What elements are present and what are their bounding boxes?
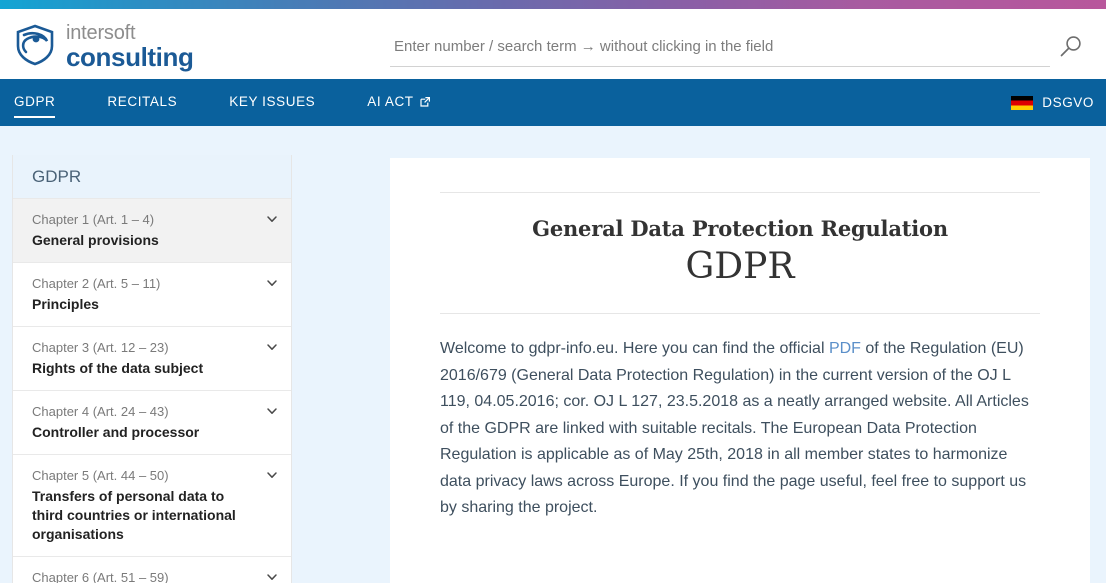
- chapter-name: Transfers of personal data to third coun…: [32, 488, 236, 542]
- external-link-icon: [419, 96, 430, 107]
- chapter-name: General provisions: [32, 232, 159, 248]
- content-area: General Data Protection Regulation GDPR …: [326, 126, 1106, 583]
- top-gradient-bar: [0, 0, 1106, 9]
- main-navigation: GDPR RECITALS KEY ISSUES AI ACT DSGVO: [0, 79, 1106, 126]
- page-subtitle: General Data Protection Regulation: [532, 216, 948, 241]
- sidebar-title: GDPR: [13, 155, 291, 198]
- search-area: [390, 31, 1090, 71]
- logo-wordmark: intersoft consulting: [66, 21, 194, 72]
- chevron-down-icon[interactable]: [265, 276, 279, 290]
- chapter-range: Chapter 6 (Art. 51 – 59): [32, 570, 169, 583]
- intro-paragraph-part1: Welcome to gdpr-info.eu. Here you can fi…: [440, 340, 829, 357]
- nav-item-recitals[interactable]: RECITALS: [107, 94, 177, 112]
- nav-item-ai-act[interactable]: AI ACT: [367, 93, 430, 112]
- sidebar: GDPR Chapter 1 (Art. 1 – 4) General prov…: [12, 155, 292, 583]
- chapter-name: Principles: [32, 296, 99, 312]
- nav-item-ai-act-label: AI ACT: [367, 93, 414, 109]
- search-input[interactable]: [390, 31, 1050, 67]
- nav-item-key-issues-label: KEY ISSUES: [229, 93, 316, 109]
- logo-top-text: intersoft: [66, 21, 136, 44]
- chapter-range: Chapter 1 (Art. 1 – 4): [32, 212, 155, 227]
- shield-logo-icon: [13, 23, 57, 67]
- german-flag-icon: [1011, 95, 1034, 110]
- nav-item-gdpr[interactable]: GDPR: [14, 93, 56, 118]
- chapter-range: Chapter 2 (Art. 5 – 11): [32, 276, 161, 291]
- page-title-block: General Data Protection Regulation GDPR: [440, 192, 1040, 314]
- nav-item-key-issues[interactable]: KEY ISSUES: [229, 94, 315, 112]
- chapter-range: Chapter 4 (Art. 24 – 43): [32, 404, 169, 419]
- sidebar-item-chapter-5[interactable]: Chapter 5 (Art. 44 – 50) Transfers of pe…: [13, 454, 291, 556]
- chevron-down-icon[interactable]: [265, 212, 279, 226]
- chapter-range: Chapter 3 (Art. 12 – 23): [32, 340, 169, 355]
- page-root: intersoft consulting GDPR RECITALS: [0, 0, 1106, 583]
- logo-bottom-text: consulting: [66, 41, 194, 72]
- nav-item-list: GDPR RECITALS KEY ISSUES AI ACT: [14, 79, 482, 126]
- page-title: GDPR: [685, 246, 795, 287]
- chevron-down-icon[interactable]: [265, 340, 279, 354]
- content-card: General Data Protection Regulation GDPR …: [390, 158, 1090, 583]
- sidebar-item-chapter-4[interactable]: Chapter 4 (Art. 24 – 43) Controller and …: [13, 390, 291, 454]
- language-label: DSGVO: [1042, 95, 1094, 110]
- chevron-down-icon[interactable]: [265, 570, 279, 583]
- intro-paragraph: Welcome to gdpr-info.eu. Here you can fi…: [440, 336, 1040, 522]
- chapter-name: Rights of the data subject: [32, 360, 204, 376]
- search-icon[interactable]: [1056, 33, 1084, 61]
- site-header: intersoft consulting: [0, 9, 1106, 79]
- nav-item-recitals-label: RECITALS: [107, 93, 178, 109]
- chapter-range: Chapter 5 (Art. 44 – 50): [32, 468, 169, 483]
- intro-paragraph-part2: of the Regulation (EU) 2016/679 (General…: [440, 340, 1029, 516]
- nav-item-gdpr-label: GDPR: [14, 93, 56, 109]
- sidebar-item-chapter-6[interactable]: Chapter 6 (Art. 51 – 59) Independent sup…: [13, 556, 291, 583]
- sidebar-item-chapter-2[interactable]: Chapter 2 (Art. 5 – 11) Principles: [13, 262, 291, 326]
- language-switcher[interactable]: DSGVO: [1011, 79, 1094, 126]
- pdf-link[interactable]: PDF: [829, 340, 861, 357]
- chapter-name: Controller and processor: [32, 424, 200, 440]
- chevron-down-icon[interactable]: [265, 468, 279, 482]
- sidebar-item-chapter-3[interactable]: Chapter 3 (Art. 12 – 23) Rights of the d…: [13, 326, 291, 390]
- sidebar-item-chapter-1[interactable]: Chapter 1 (Art. 1 – 4) General provision…: [13, 198, 291, 262]
- chevron-down-icon[interactable]: [265, 404, 279, 418]
- site-logo[interactable]: intersoft consulting: [13, 21, 194, 72]
